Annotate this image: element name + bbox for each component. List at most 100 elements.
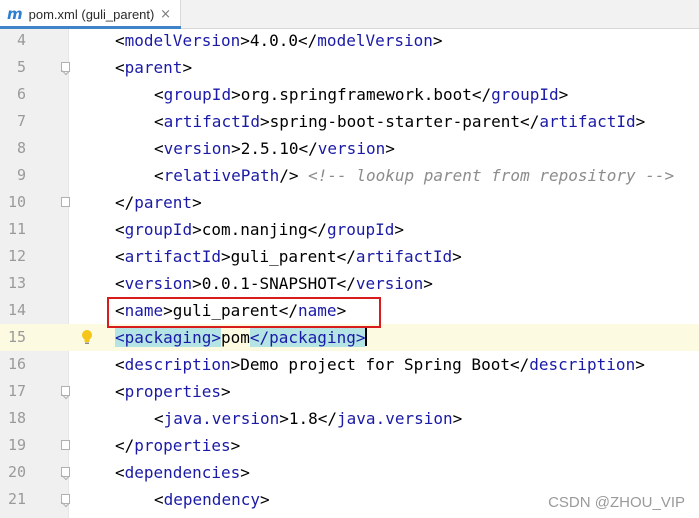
code-text: </parent>	[115, 189, 202, 216]
xml-tag-name: groupId	[163, 85, 232, 104]
code-line[interactable]: 8 <version>2.5.10</version>	[0, 135, 699, 162]
code-token: >	[558, 85, 569, 104]
xml-tag-name: properties	[124, 382, 221, 401]
code-token: >	[452, 247, 462, 266]
code-text: <version>2.5.10</version>	[154, 135, 395, 162]
xml-tag-name: parent	[124, 58, 183, 77]
line-number: 12	[7, 247, 26, 265]
code-token: >	[635, 355, 645, 374]
code-line[interactable]: 20 <dependencies>	[0, 459, 699, 486]
code-token: >	[192, 193, 202, 212]
highlight-annotation-box	[107, 297, 381, 328]
code-token: <	[115, 274, 125, 293]
watermark: CSDN @ZHOU_VIP	[548, 494, 685, 511]
xml-tag-name: artifactId	[539, 112, 636, 131]
close-icon[interactable]: ×	[160, 7, 171, 22]
code-text: <parent>	[115, 54, 192, 81]
code-token: >spring-boot-starter-parent</	[259, 112, 540, 131]
code-comment: <!-- lookup parent from repository -->	[308, 166, 675, 185]
maven-file-icon: m	[7, 5, 23, 23]
code-token: >	[240, 463, 250, 482]
line-number: 5	[16, 58, 26, 76]
code-token: >Demo project for Spring Boot</	[230, 355, 530, 374]
code-token: </	[115, 436, 135, 455]
code-line[interactable]: 19 </properties>	[0, 432, 699, 459]
line-number: 10	[7, 193, 26, 211]
code-line[interactable]: 15 <packaging>pom</packaging>	[0, 324, 699, 351]
line-number: 6	[16, 85, 26, 103]
fold-collapse-icon[interactable]	[61, 62, 70, 72]
code-token: </	[115, 193, 135, 212]
code-line[interactable]: 10 </parent>	[0, 189, 699, 216]
code-text: </properties>	[115, 432, 240, 459]
xml-tag-name: dependencies	[124, 463, 241, 482]
intention-bulb-icon[interactable]	[81, 329, 93, 345]
code-line[interactable]: 17 <properties>	[0, 378, 699, 405]
xml-tag-name: description	[124, 355, 231, 374]
code-token: <	[154, 139, 164, 158]
code-token: >	[385, 139, 395, 158]
xml-tag-name: version	[355, 274, 424, 293]
code-token: <	[115, 382, 125, 401]
code-token: />	[279, 166, 309, 185]
xml-tag-name: parent	[134, 193, 193, 212]
code-line[interactable]: 18 <java.version>1.8</java.version>	[0, 405, 699, 432]
xml-tag-name: version	[163, 139, 232, 158]
code-text: <dependency>	[154, 486, 270, 513]
code-text: <packaging>pom</packaging>	[115, 324, 368, 351]
code-text: <properties>	[115, 378, 231, 405]
fold-end-icon[interactable]	[61, 440, 70, 450]
line-number: 9	[16, 166, 26, 184]
xml-tag-name: artifactId	[124, 247, 221, 266]
code-token: <	[154, 166, 164, 185]
code-line[interactable]: 6 <groupId>org.springframework.boot</grou…	[0, 81, 699, 108]
xml-tag-name: relativePath	[163, 166, 280, 185]
code-token: >	[230, 436, 241, 455]
tab-title: pom.xml (guli_parent)	[28, 6, 155, 22]
xml-tag-name: modelVersion	[124, 31, 241, 50]
code-token: pom	[220, 328, 250, 347]
code-line[interactable]: 7 <artifactId>spring-boot-starter-parent<…	[0, 108, 699, 135]
code-editor[interactable]: 4 <modelVersion>4.0.0</modelVersion> 5 <par…	[0, 29, 699, 518]
line-number: 11	[7, 220, 26, 238]
fold-collapse-icon[interactable]	[61, 467, 70, 477]
line-number: 19	[7, 436, 26, 454]
code-line[interactable]: 5 <parent>	[0, 54, 699, 81]
code-text: <version>0.0.1-SNAPSHOT</version>	[115, 270, 433, 297]
code-token: >4.0.0</	[240, 31, 318, 50]
xml-tag-name: groupId	[124, 220, 193, 239]
line-number: 8	[16, 139, 26, 157]
line-number: 13	[7, 274, 26, 292]
tab-pom-xml[interactable]: m pom.xml (guli_parent) ×	[0, 0, 181, 29]
fold-end-icon[interactable]	[61, 197, 70, 207]
xml-tag-name: modelVersion	[317, 31, 433, 50]
code-token: >guli_parent</	[220, 247, 356, 266]
code-line[interactable]: 4 <modelVersion>4.0.0</modelVersion>	[0, 27, 699, 54]
code-token: >1.8</	[279, 409, 338, 428]
code-line[interactable]: 11 <groupId>com.nanjing</groupId>	[0, 216, 699, 243]
code-token: >2.5.10</	[231, 139, 318, 158]
code-token: <	[115, 463, 125, 482]
code-line[interactable]: 9 <relativePath/> <!-- lookup parent from…	[0, 162, 699, 189]
code-token: >	[432, 31, 443, 50]
xml-tag-name: </packaging>	[249, 328, 366, 347]
fold-collapse-icon[interactable]	[61, 386, 70, 396]
xml-tag-name: <packaging>	[115, 328, 221, 347]
line-number: 15	[7, 328, 26, 346]
code-text: <artifactId>spring-boot-starter-parent</…	[154, 108, 645, 135]
code-text: <artifactId>guli_parent</artifactId>	[115, 243, 462, 270]
xml-tag-name: java.version	[163, 409, 280, 428]
code-line[interactable]: 16 <description>Demo project for Spring B…	[0, 351, 699, 378]
code-token: <	[115, 220, 125, 239]
code-token: <	[154, 85, 164, 104]
code-line[interactable]: 12 <artifactId>guli_parent</artifactId>	[0, 243, 699, 270]
code-token: >	[635, 112, 646, 131]
line-number: 17	[7, 382, 26, 400]
xml-tag-name: artifactId	[355, 247, 453, 266]
fold-collapse-icon[interactable]	[61, 494, 70, 504]
xml-tag-name: groupId	[491, 85, 559, 104]
code-line[interactable]: 13 <version>0.0.1-SNAPSHOT</version>	[0, 270, 699, 297]
line-number: 16	[7, 355, 26, 373]
xml-tag-name: version	[124, 274, 193, 293]
xml-tag-name: version	[317, 139, 386, 158]
